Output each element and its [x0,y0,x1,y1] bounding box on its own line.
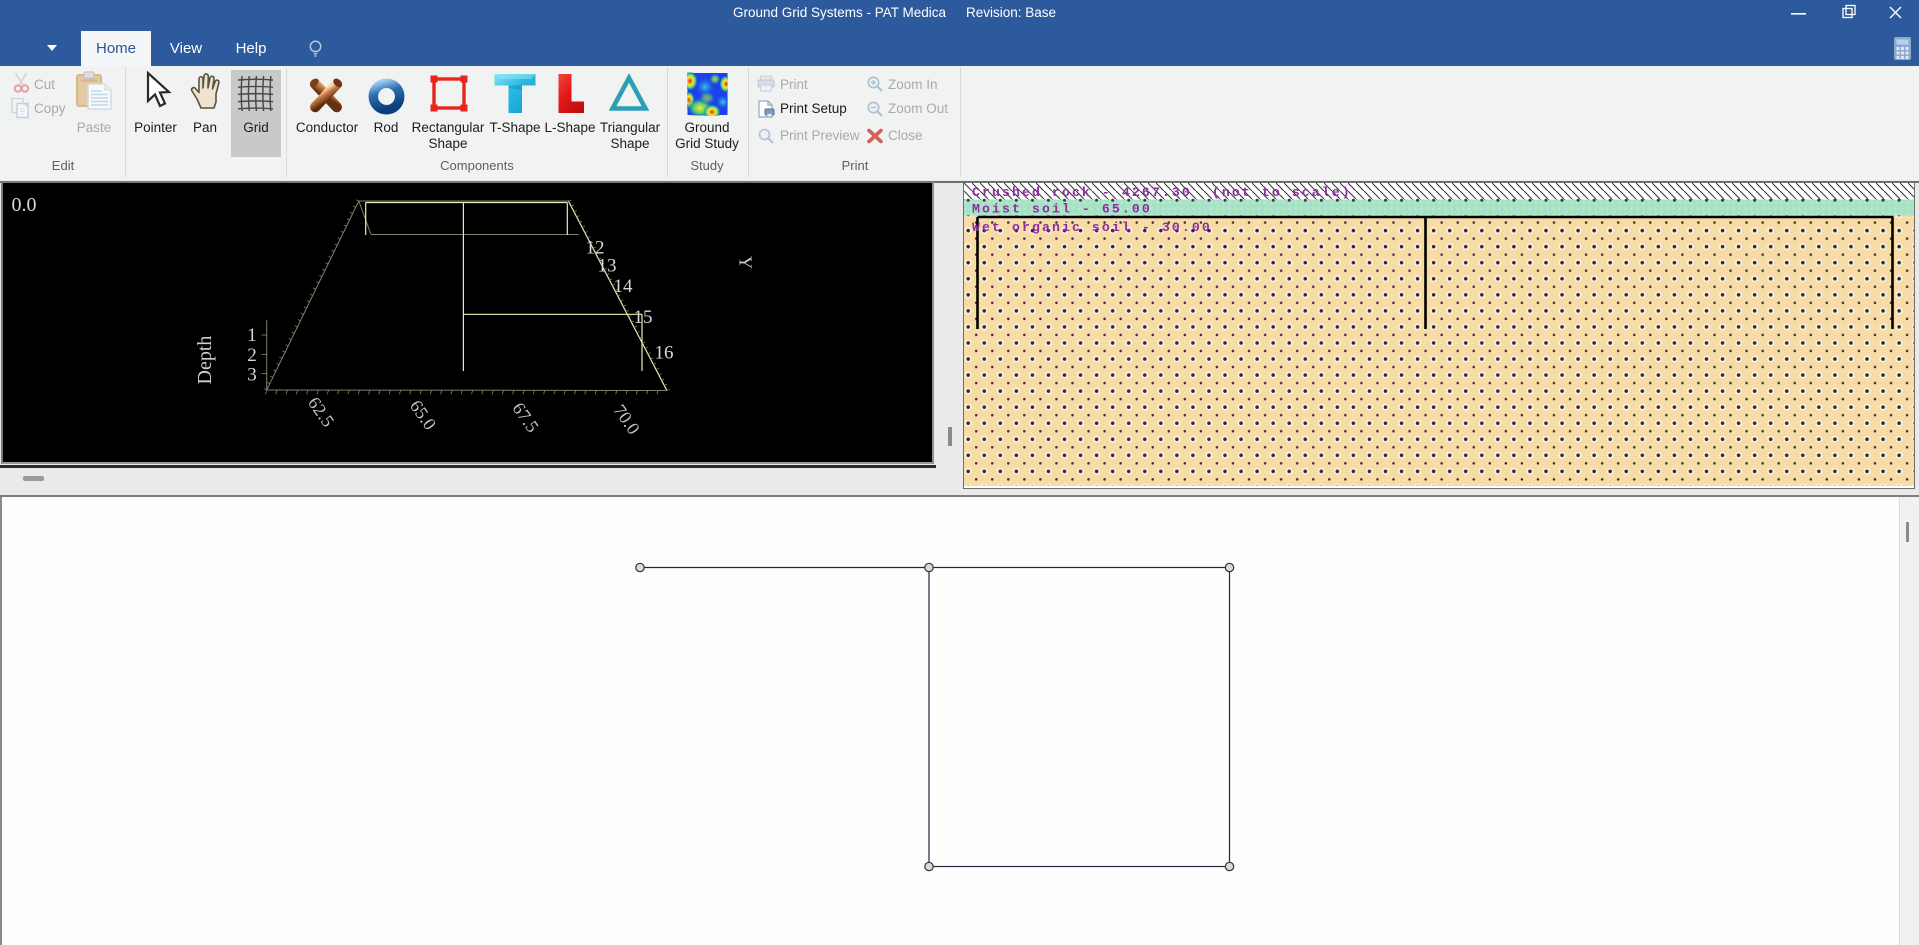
svg-text:16: 16 [655,343,674,364]
svg-text:13: 13 [598,256,617,277]
svg-text:67.5: 67.5 [508,399,542,436]
svg-text:14: 14 [614,276,634,297]
svg-text:62.5: 62.5 [304,393,338,430]
svg-text:15: 15 [634,307,653,328]
svg-text:3: 3 [247,365,257,386]
svg-text:Crushed rock - 4267.30 (not t: Crushed rock - 4267.30 (not to scale) [972,185,1352,200]
svg-text:Depth: Depth [194,336,216,385]
svg-text:2: 2 [247,345,257,366]
svg-text:1: 1 [247,325,257,346]
svg-text:65.0: 65.0 [406,396,440,433]
svg-text:0.0: 0.0 [12,194,37,216]
svg-text:70.0: 70.0 [609,401,643,438]
svg-text:Moist soil - 65.00: Moist soil - 65.00 [972,202,1152,217]
svg-text:Y: Y [736,256,756,269]
svg-text:Wet organic soil - 30.00: Wet organic soil - 30.00 [972,220,1212,235]
